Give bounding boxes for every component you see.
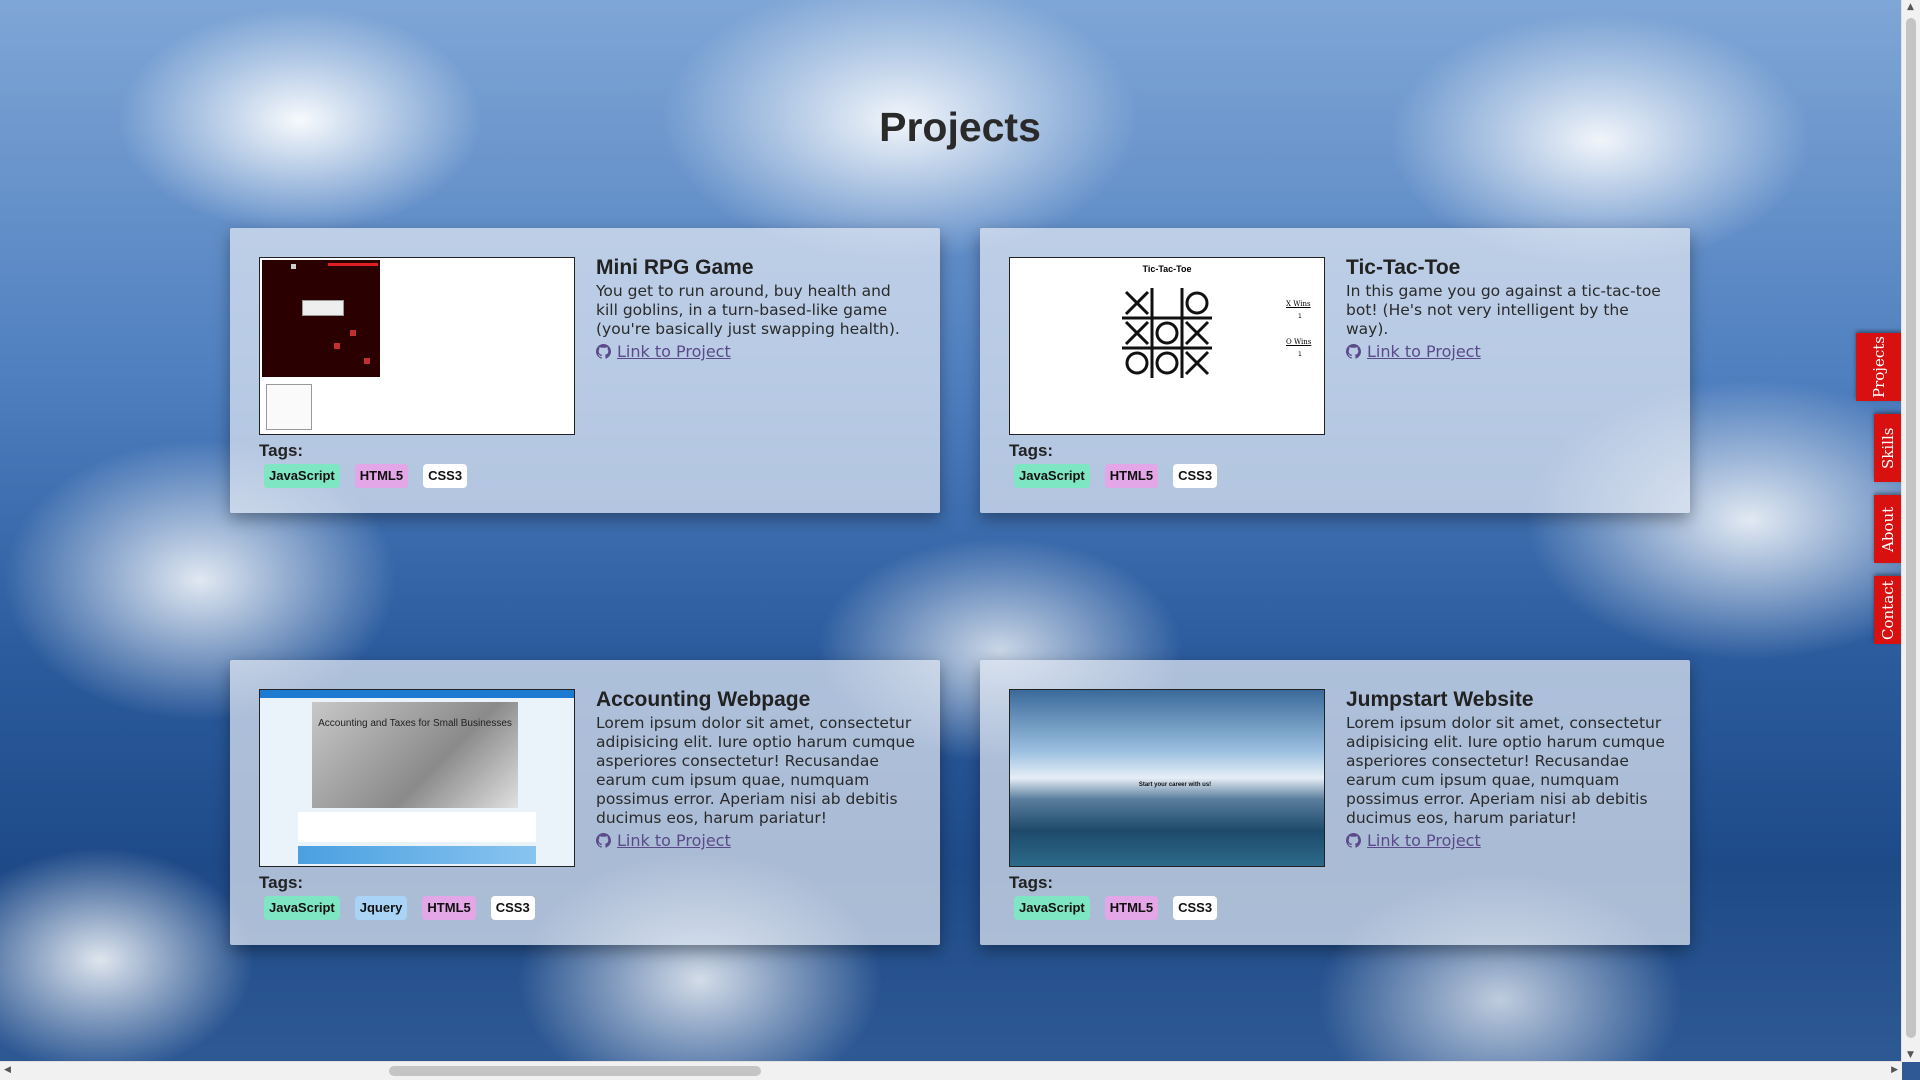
tag-html5: HTML5 <box>354 464 409 488</box>
tic-tac-toe-board-icon <box>1122 288 1212 378</box>
github-icon <box>1346 344 1361 359</box>
tags-label: Tags: <box>259 873 304 892</box>
thumb-x-count: 1 <box>1298 313 1302 320</box>
project-description: In this game you go against a tic-tac-to… <box>1346 282 1661 338</box>
tag-html5: HTML5 <box>1104 896 1159 920</box>
horizontal-scrollbar[interactable]: ◀ ▶ <box>0 1061 1902 1080</box>
project-thumbnail <box>259 257 575 435</box>
project-title: Accounting Webpage <box>596 688 811 711</box>
tag-css3: CSS3 <box>490 896 535 920</box>
tag-javascript: JavaScript <box>264 464 340 488</box>
project-title: Tic-Tac-Toe <box>1346 256 1461 279</box>
project-link[interactable]: Link to Project <box>1346 831 1666 850</box>
nav-tab-projects[interactable]: Projects <box>1856 333 1902 401</box>
tag-javascript: JavaScript <box>264 896 340 920</box>
project-thumbnail: Accounting and Taxes for Small Businesse… <box>259 689 575 867</box>
thumb-o-count: 1 <box>1298 351 1302 358</box>
tag-css3: CSS3 <box>1173 896 1218 920</box>
project-link[interactable]: Link to Project <box>596 831 916 850</box>
project-description: Lorem ipsum dolor sit amet, consectetur … <box>596 714 915 827</box>
page-title: Projects <box>879 104 1041 150</box>
scroll-left-icon[interactable]: ◀ <box>4 1065 11 1075</box>
project-link-label: Link to Project <box>617 342 731 361</box>
tag-list: JavaScript HTML5 CSS3 <box>264 464 468 488</box>
scroll-right-icon[interactable]: ▶ <box>1891 1065 1898 1075</box>
scroll-down-icon[interactable]: ▼ <box>1907 1050 1914 1060</box>
tag-list: JavaScript Jquery HTML5 CSS3 <box>264 896 535 920</box>
project-title: Mini RPG Game <box>596 256 754 279</box>
github-icon <box>1346 833 1361 848</box>
project-thumbnail: Start your career with us! <box>1009 689 1325 867</box>
thumb-title: Tic-Tac-Toe <box>1142 264 1192 274</box>
project-thumbnail: Tic-Tac-Toe X Wins 1 O Wins 1 <box>1009 257 1325 435</box>
nav-tab-skills[interactable]: Skills <box>1874 414 1902 482</box>
project-link-label: Link to Project <box>1367 831 1481 850</box>
project-card-mini-rpg: Mini RPG Game You get to run around, buy… <box>230 228 940 513</box>
scroll-up-icon[interactable]: ▲ <box>1907 2 1914 12</box>
tag-html5: HTML5 <box>1104 464 1159 488</box>
tags-label: Tags: <box>259 441 304 460</box>
vertical-scroll-thumb[interactable] <box>1906 18 1916 1038</box>
project-link[interactable]: Link to Project <box>1346 342 1666 361</box>
tags-label: Tags: <box>1009 441 1054 460</box>
project-title: Jumpstart Website <box>1346 688 1534 711</box>
project-description: Lorem ipsum dolor sit amet, consectetur … <box>1346 714 1665 827</box>
tag-jquery: Jquery <box>354 896 408 920</box>
thumb-headline: Start your career with us! <box>1138 782 1212 788</box>
github-icon <box>596 833 611 848</box>
vertical-scrollbar[interactable]: ▲ ▼ <box>1901 0 1920 1062</box>
github-icon <box>596 344 611 359</box>
tag-html5: HTML5 <box>422 896 476 920</box>
thumb-x-wins: X Wins <box>1286 300 1311 308</box>
project-card-tic-tac-toe: Tic-Tac-Toe X Wins 1 O Wins 1 Tic-Tac-To… <box>980 228 1690 513</box>
tag-css3: CSS3 <box>1173 464 1218 488</box>
project-link-label: Link to Project <box>1367 342 1481 361</box>
tags-label: Tags: <box>1009 873 1054 892</box>
nav-tab-about[interactable]: About <box>1874 495 1902 563</box>
project-card-accounting: Accounting and Taxes for Small Businesse… <box>230 660 940 945</box>
project-link[interactable]: Link to Project <box>596 342 916 361</box>
thumb-headline: Accounting and Taxes for Small Businesse… <box>318 718 512 729</box>
tag-javascript: JavaScript <box>1014 464 1090 488</box>
project-description: You get to run around, buy health and ki… <box>596 282 900 338</box>
tag-css3: CSS3 <box>423 464 468 488</box>
thumb-o-wins: O Wins <box>1286 338 1312 346</box>
horizontal-scroll-thumb[interactable] <box>389 1066 761 1076</box>
tag-list: JavaScript HTML5 CSS3 <box>1014 464 1218 488</box>
project-link-label: Link to Project <box>617 831 731 850</box>
nav-tab-contact[interactable]: Contact <box>1874 576 1902 644</box>
tag-javascript: JavaScript <box>1014 896 1090 920</box>
project-card-jumpstart: Start your career with us! Jumpstart Web… <box>980 660 1690 945</box>
tag-list: JavaScript HTML5 CSS3 <box>1014 896 1218 920</box>
